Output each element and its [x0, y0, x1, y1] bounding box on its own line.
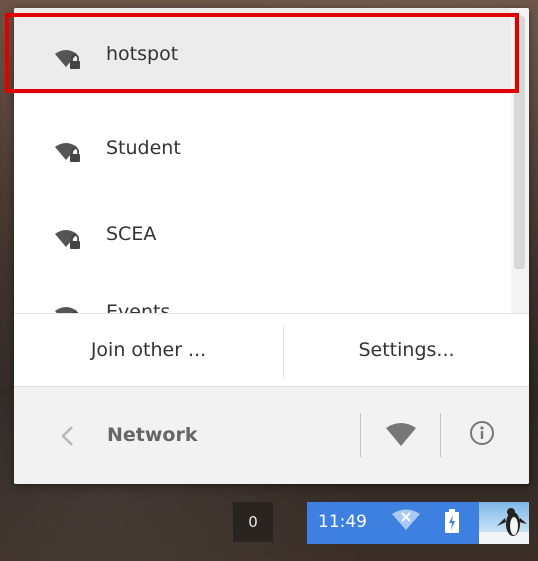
notification-badge[interactable]: 0 [233, 502, 273, 542]
network-item-events[interactable]: Events [14, 270, 511, 313]
chevron-left-icon[interactable] [58, 424, 78, 448]
footer-title: Network [107, 424, 198, 446]
scrollbar-thumb[interactable] [514, 16, 525, 269]
network-name: SCEA [106, 223, 157, 245]
network-item-student[interactable]: Student [14, 100, 511, 186]
status-tray[interactable]: 11:49 [307, 502, 529, 544]
network-item-scea[interactable]: SCEA [14, 186, 511, 272]
network-list: hotspot Student SCEA Events [14, 8, 511, 313]
join-other-button[interactable]: Join other ... [14, 314, 283, 386]
clock: 11:49 [318, 512, 367, 532]
penguin-image [479, 508, 529, 544]
network-name: Student [106, 137, 181, 159]
network-panel: hotspot Student SCEA Events Join other .… [14, 8, 529, 484]
wifi-disconnected-icon [392, 509, 420, 530]
avatar[interactable] [479, 502, 529, 544]
wifi-locked-icon [55, 143, 80, 162]
wifi-locked-icon [55, 307, 79, 313]
desktop: hotspot Student SCEA Events Join other .… [0, 0, 538, 561]
battery-charging-icon [445, 509, 459, 533]
wifi-icon[interactable] [384, 420, 418, 448]
divider [360, 413, 361, 457]
network-name: Events [106, 301, 171, 313]
info-icon[interactable] [469, 420, 495, 446]
network-actions: Join other ... Settings... [14, 313, 529, 386]
network-name: hotspot [106, 43, 179, 65]
divider [440, 413, 441, 457]
settings-button[interactable]: Settings... [284, 314, 529, 386]
wifi-locked-icon [55, 230, 80, 249]
wifi-locked-icon [55, 50, 80, 69]
network-item-hotspot[interactable]: hotspot [14, 8, 511, 94]
panel-footer: Network [14, 386, 529, 484]
